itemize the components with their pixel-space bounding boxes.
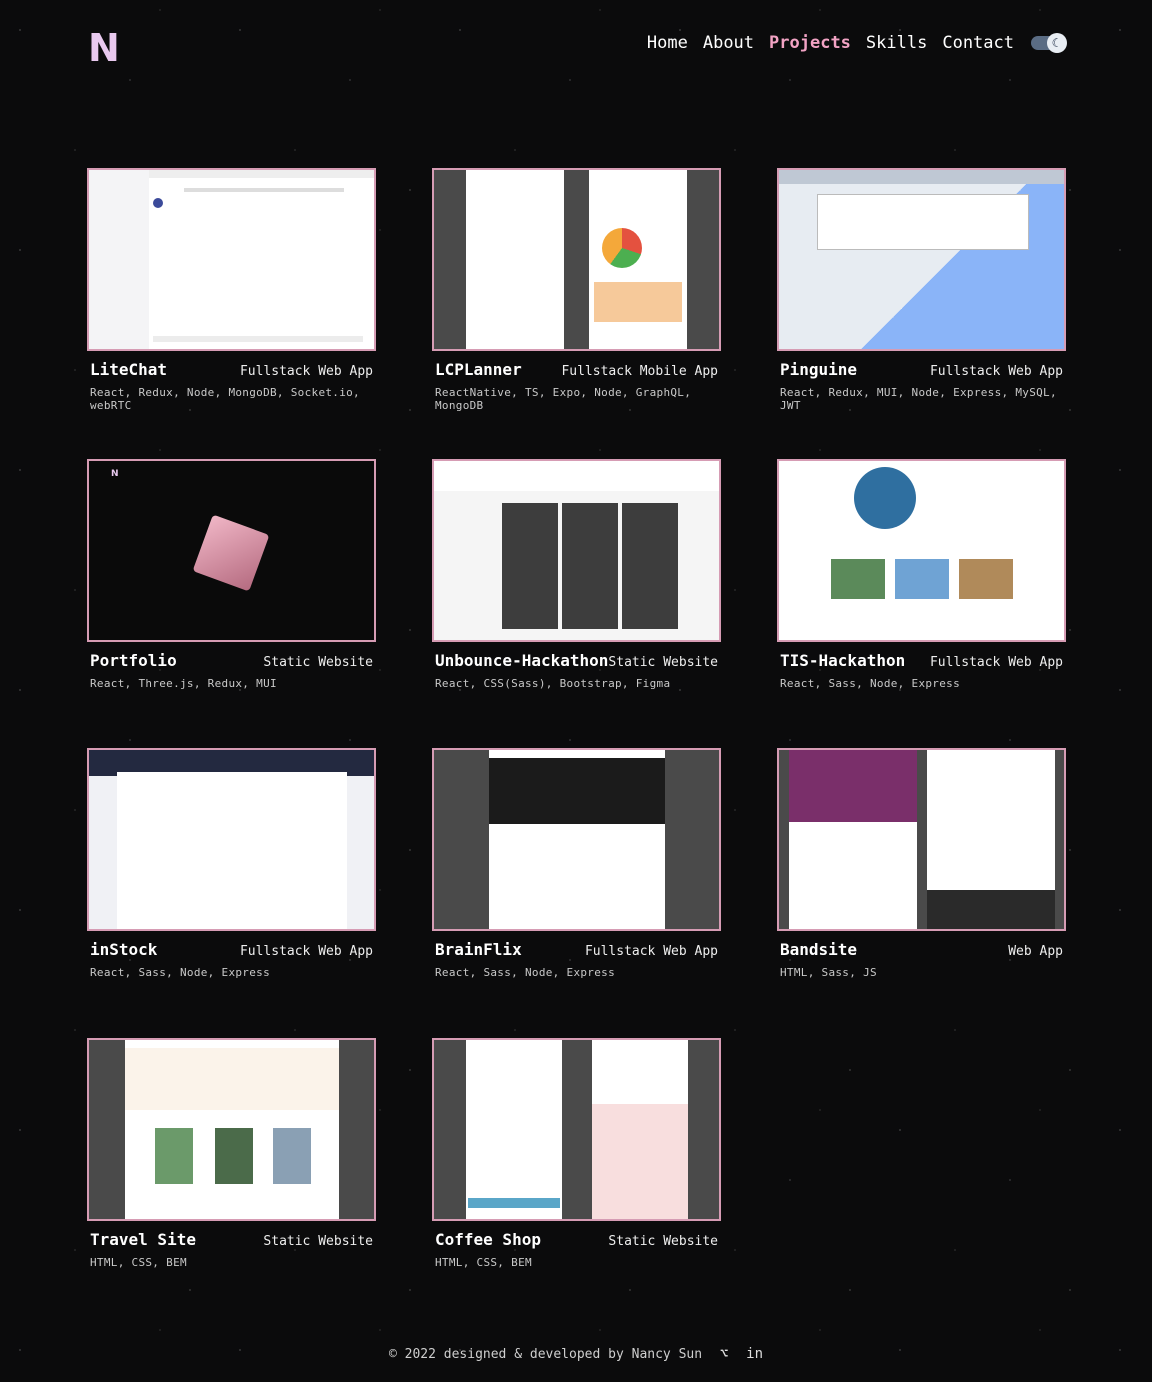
project-title: Coffee Shop xyxy=(435,1230,541,1249)
nav-home[interactable]: Home xyxy=(647,33,688,53)
project-card[interactable]: Pinguine Fullstack Web App React, Redux,… xyxy=(777,168,1066,412)
project-thumbnail-instock[interactable] xyxy=(87,748,376,931)
project-tech: React, Redux, MUI, Node, Express, MySQL,… xyxy=(780,386,1057,412)
footer-text: © 2022 designed & developed by Nancy Sun xyxy=(388,1347,703,1362)
project-card[interactable]: TIS-Hackathon Fullstack Web App React, S… xyxy=(777,459,1066,690)
linkedin-icon[interactable]: in xyxy=(746,1346,763,1362)
project-tech: React, Sass, Node, Express xyxy=(90,966,270,979)
project-tech: HTML, Sass, JS xyxy=(780,966,877,979)
project-tech: React, Sass, Node, Express xyxy=(435,966,615,979)
project-title: Travel Site xyxy=(90,1230,196,1249)
project-tech: ReactNative, TS, Expo, Node, GraphQL, Mo… xyxy=(435,386,692,412)
project-title: LCPLanner xyxy=(435,360,522,379)
project-type: Static Website xyxy=(608,1234,718,1249)
project-thumbnail-brainflix[interactable] xyxy=(432,748,721,931)
project-title: LiteChat xyxy=(90,360,168,379)
project-card[interactable]: Travel Site Static Website HTML, CSS, BE… xyxy=(87,1038,376,1269)
project-tech: React, Three.js, Redux, MUI xyxy=(90,677,277,690)
project-title: BrainFlix xyxy=(435,940,522,959)
project-type: Fullstack Web App xyxy=(584,944,718,959)
project-type: Fullstack Web App xyxy=(929,655,1063,670)
nav-skills[interactable]: Skills xyxy=(866,33,927,53)
project-thumbnail-pinguine[interactable] xyxy=(777,168,1066,351)
project-tech: HTML, CSS, BEM xyxy=(435,1256,532,1269)
project-thumbnail-litechat[interactable] xyxy=(87,168,376,351)
project-title: Portfolio xyxy=(90,651,177,670)
project-card[interactable]: Unbounce-Hackathon Static Website React,… xyxy=(432,459,721,690)
project-thumbnail-coffee[interactable] xyxy=(432,1038,721,1221)
site-footer: © 2022 designed & developed by Nancy Sun… xyxy=(0,1346,1152,1362)
project-card[interactable]: Bandsite Web App HTML, Sass, JS xyxy=(777,748,1066,979)
project-type: Fullstack Web App xyxy=(929,364,1063,379)
project-tech: HTML, CSS, BEM xyxy=(90,1256,187,1269)
project-type: Static Website xyxy=(263,1234,373,1249)
project-type: Web App xyxy=(1008,944,1063,959)
project-thumbnail-unbounce[interactable] xyxy=(432,459,721,642)
project-type: Static Website xyxy=(263,655,373,670)
project-tech: React, CSS(Sass), Bootstrap, Figma xyxy=(435,677,671,690)
nav-projects[interactable]: Projects xyxy=(769,33,851,53)
project-card[interactable]: LCPLanner Fullstack Mobile App ReactNati… xyxy=(432,168,721,412)
nav-contact[interactable]: Contact xyxy=(942,33,1014,53)
project-card[interactable]: inStock Fullstack Web App React, Sass, N… xyxy=(87,748,376,979)
project-tech: React, Redux, Node, MongoDB, Socket.io, … xyxy=(90,386,360,412)
project-title: Unbounce-Hackathon xyxy=(435,651,609,670)
project-thumbnail-tis[interactable] xyxy=(777,459,1066,642)
project-card[interactable]: BrainFlix Fullstack Web App React, Sass,… xyxy=(432,748,721,979)
github-icon[interactable]: ⌥ xyxy=(720,1346,728,1362)
project-type: Fullstack Web App xyxy=(239,944,373,959)
project-title: Pinguine xyxy=(780,360,858,379)
project-card[interactable]: Coffee Shop Static Website HTML, CSS, BE… xyxy=(432,1038,721,1269)
project-thumbnail-bandsite[interactable] xyxy=(777,748,1066,931)
project-tech: React, Sass, Node, Express xyxy=(780,677,960,690)
project-type: Fullstack Web App xyxy=(239,364,373,379)
nav-about[interactable]: About xyxy=(703,33,754,53)
site-logo[interactable]: N xyxy=(88,26,120,70)
project-thumbnail-travel[interactable] xyxy=(87,1038,376,1221)
project-type: Fullstack Mobile App xyxy=(561,364,718,379)
project-title: inStock xyxy=(90,940,158,959)
project-thumbnail-portfolio[interactable]: N xyxy=(87,459,376,642)
moon-icon: ☾ xyxy=(1047,33,1067,53)
project-title: Bandsite xyxy=(780,940,858,959)
project-title: TIS-Hackathon xyxy=(780,651,906,670)
theme-toggle[interactable]: ☾ xyxy=(1031,33,1067,53)
project-card[interactable]: LiteChat Fullstack Web App React, Redux,… xyxy=(87,168,376,412)
project-thumbnail-lcplanner[interactable] xyxy=(432,168,721,351)
project-card[interactable]: N Portfolio Static Website React, Three.… xyxy=(87,459,376,690)
project-type: Static Website xyxy=(608,655,718,670)
main-nav: Home About Projects Skills Contact ☾ xyxy=(647,33,1067,53)
